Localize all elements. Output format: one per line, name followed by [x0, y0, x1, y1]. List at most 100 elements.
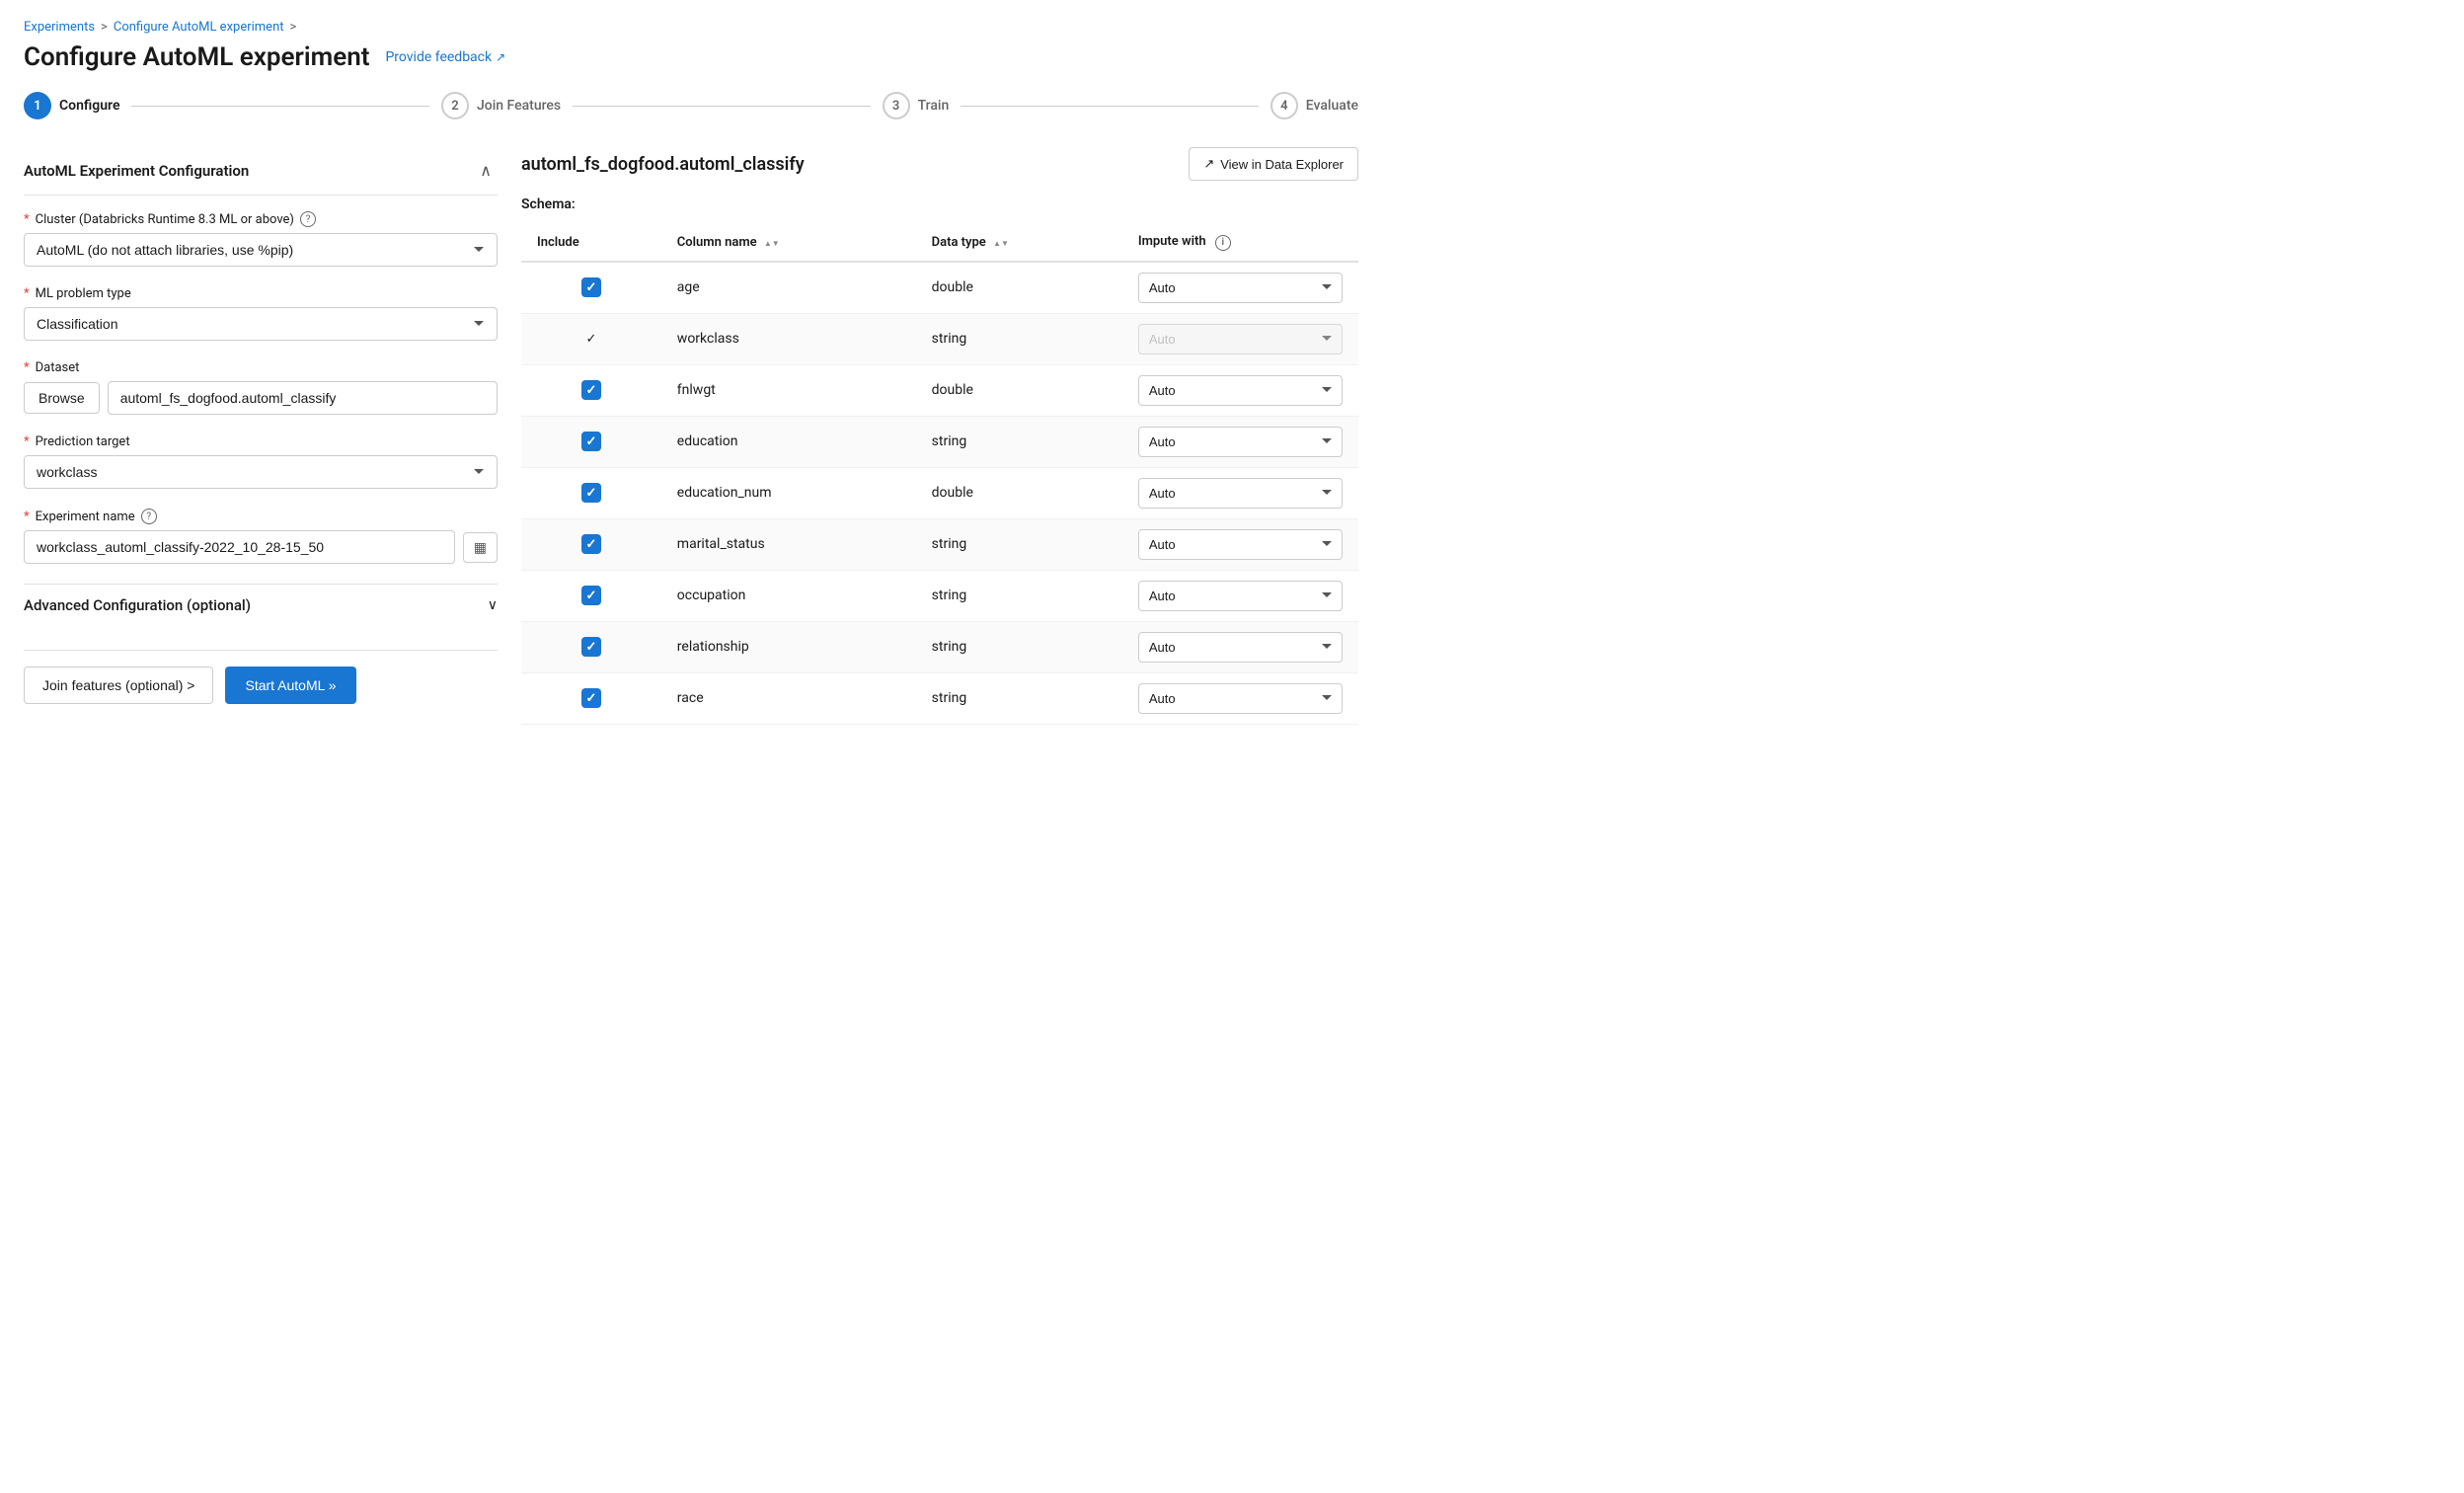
impute-select[interactable]: Auto	[1138, 273, 1343, 303]
experiment-info-icon[interactable]: ?	[141, 509, 157, 524]
collapse-button[interactable]: ∧	[474, 159, 498, 183]
impute-cell: Auto	[1122, 313, 1358, 364]
data-type-cell: double	[916, 364, 1122, 416]
data-type-cell: string	[916, 518, 1122, 570]
data-type-cell: string	[916, 672, 1122, 724]
join-features-button[interactable]: Join features (optional) >	[24, 667, 213, 704]
advanced-title: Advanced Configuration (optional)	[24, 596, 251, 614]
data-type-cell: double	[916, 262, 1122, 314]
data-type-cell: string	[916, 416, 1122, 467]
impute-select[interactable]: Auto	[1138, 683, 1343, 714]
ml-problem-select[interactable]: Classification	[24, 307, 498, 341]
advanced-header[interactable]: Advanced Configuration (optional) ∨	[24, 584, 498, 626]
checkbox-check[interactable]: ✓	[581, 329, 601, 349]
schema-label: Schema:	[521, 196, 1358, 212]
checkbox-checked[interactable]: ✓	[581, 534, 601, 554]
column-name-cell: occupation	[661, 570, 916, 621]
checkbox-checked[interactable]: ✓	[581, 586, 601, 605]
step-connector-3	[961, 106, 1259, 107]
step-configure[interactable]: 1 Configure	[24, 92, 119, 119]
include-cell: ✓	[521, 518, 661, 570]
feedback-link[interactable]: Provide feedback ↗	[385, 49, 505, 65]
table-row: ✓ fnlwgtdouble Auto	[521, 364, 1358, 416]
dataset-group: * Dataset Browse	[24, 360, 498, 415]
impute-info-icon[interactable]: i	[1215, 235, 1231, 251]
impute-cell: Auto	[1122, 570, 1358, 621]
advanced-section: Advanced Configuration (optional) ∨	[24, 584, 498, 626]
prediction-target-select[interactable]: workclass	[24, 455, 498, 489]
impute-select[interactable]: Auto	[1138, 529, 1343, 560]
impute-select[interactable]: Auto	[1138, 581, 1343, 611]
col-column-name[interactable]: Column name ▲▼	[661, 224, 916, 262]
advanced-expand-icon: ∨	[488, 597, 498, 613]
impute-select[interactable]: Auto	[1138, 375, 1343, 406]
impute-cell: Auto	[1122, 262, 1358, 314]
step-circle-1: 1	[24, 92, 51, 119]
checkbox-checked[interactable]: ✓	[581, 483, 601, 503]
checkbox-checked[interactable]: ✓	[581, 688, 601, 708]
edit-icon-button[interactable]: ▦	[463, 532, 498, 563]
step-circle-2: 2	[441, 92, 469, 119]
breadcrumb-experiments[interactable]: Experiments	[24, 20, 95, 35]
step-train[interactable]: 3 Train	[883, 92, 950, 119]
step-join-features[interactable]: 2 Join Features	[441, 92, 561, 119]
checkbox-checked[interactable]: ✓	[581, 432, 601, 451]
column-name-cell: relationship	[661, 621, 916, 672]
include-cell: ✓	[521, 621, 661, 672]
schema-table: Include Column name ▲▼ Data type ▲▼ Impu…	[521, 224, 1358, 725]
table-row: ✓ educationstring Auto	[521, 416, 1358, 467]
column-name-cell: education	[661, 416, 916, 467]
include-cell: ✓	[521, 672, 661, 724]
col-include: Include	[521, 224, 661, 262]
col-impute-with: Impute with i	[1122, 224, 1358, 262]
table-row: ✓racestringAuto	[521, 672, 1358, 724]
step-connector-2	[573, 106, 871, 107]
impute-select[interactable]: Auto	[1138, 632, 1343, 663]
sort-arrows-type: ▲▼	[993, 240, 1009, 248]
page-header: Configure AutoML experiment Provide feed…	[24, 42, 1358, 72]
start-automl-button[interactable]: Start AutoML »	[225, 667, 355, 704]
steps-nav: 1 Configure 2 Join Features 3 Train 4 Ev…	[24, 92, 1358, 119]
browse-button[interactable]: Browse	[24, 382, 100, 414]
data-type-cell: string	[916, 313, 1122, 364]
cluster-label: * Cluster (Databricks Runtime 8.3 ML or …	[24, 211, 498, 227]
step-label-configure: Configure	[59, 98, 119, 114]
view-explorer-button[interactable]: ↗ View in Data Explorer	[1189, 147, 1358, 181]
column-name-cell: marital_status	[661, 518, 916, 570]
include-cell: ✓	[521, 262, 661, 314]
include-cell: ✓	[521, 467, 661, 518]
cluster-info-icon[interactable]: ?	[300, 211, 316, 227]
checkbox-checked[interactable]: ✓	[581, 277, 601, 297]
step-connector-1	[131, 106, 429, 107]
sort-arrows-column: ▲▼	[764, 240, 780, 248]
ml-problem-group: * ML problem type Classification	[24, 286, 498, 341]
step-label-evaluate: Evaluate	[1306, 98, 1358, 114]
checkbox-checked[interactable]: ✓	[581, 637, 601, 657]
table-row: ✓education_numdoubleAuto	[521, 467, 1358, 518]
col-data-type[interactable]: Data type ▲▼	[916, 224, 1122, 262]
include-cell: ✓	[521, 364, 661, 416]
breadcrumb: Experiments > Configure AutoML experimen…	[24, 20, 1358, 35]
table-title: automl_fs_dogfood.automl_classify	[521, 154, 805, 175]
checkbox-checked[interactable]: ✓	[581, 380, 601, 400]
impute-select[interactable]: Auto	[1138, 427, 1343, 457]
impute-select[interactable]: Auto	[1138, 478, 1343, 509]
cluster-required: *	[24, 212, 30, 227]
step-label-train: Train	[918, 98, 950, 114]
step-evaluate[interactable]: 4 Evaluate	[1270, 92, 1358, 119]
cluster-group: * Cluster (Databricks Runtime 8.3 ML or …	[24, 211, 498, 267]
data-type-cell: string	[916, 621, 1122, 672]
dataset-input[interactable]	[108, 381, 498, 415]
section-title: AutoML Experiment Configuration	[24, 162, 249, 180]
breadcrumb-sep2: >	[290, 20, 297, 35]
table-header-row: automl_fs_dogfood.automl_classify ↗ View…	[521, 147, 1358, 181]
ml-required: *	[24, 286, 30, 301]
breadcrumb-configure[interactable]: Configure AutoML experiment	[114, 20, 284, 35]
table-row: ✓ marital_statusstring Auto	[521, 518, 1358, 570]
experiment-name-input[interactable]	[24, 530, 455, 564]
page-title: Configure AutoML experiment	[24, 42, 369, 72]
prediction-target-label: * Prediction target	[24, 434, 498, 449]
cluster-select[interactable]: AutoML (do not attach libraries, use %pi…	[24, 233, 498, 267]
view-explorer-icon: ↗	[1203, 156, 1214, 172]
column-name-cell: fnlwgt	[661, 364, 916, 416]
